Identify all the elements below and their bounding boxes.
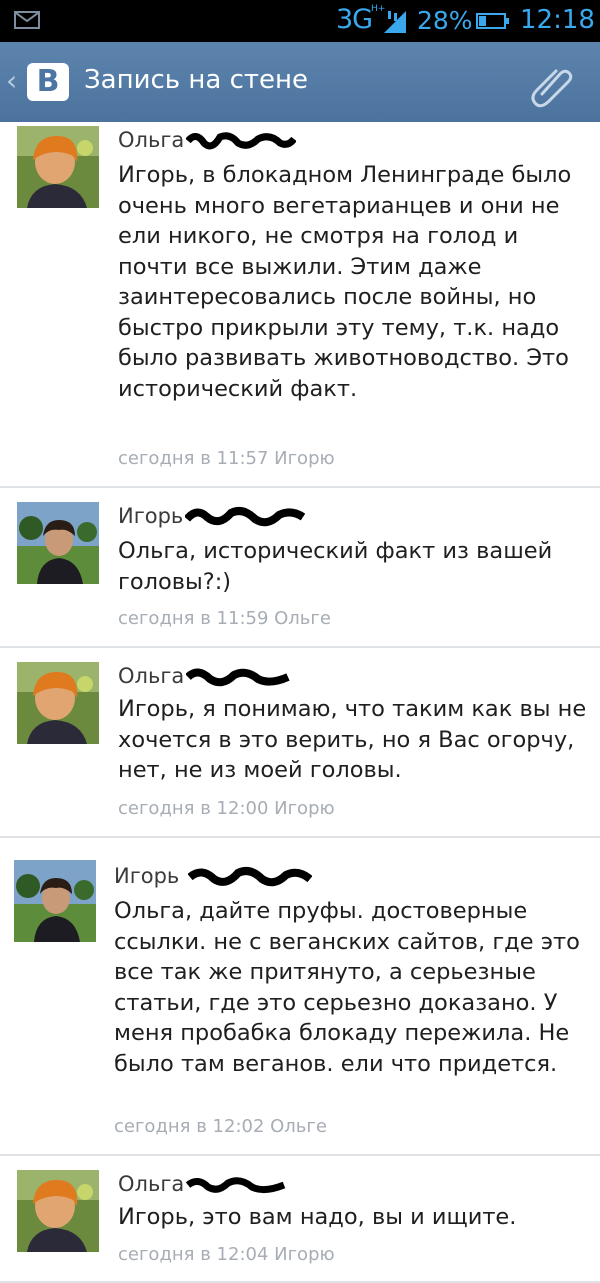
vk-logo[interactable]: B [27, 63, 69, 101]
comment-author[interactable]: Игорь [118, 504, 306, 529]
signal-icon [382, 9, 408, 39]
comment[interactable]: Ольга Игорь, я понимаю, что таким как вы… [0, 648, 600, 838]
comment[interactable]: Игорь Ольга, дайте пруфы. достоверные сс… [0, 838, 600, 1156]
comment-author[interactable]: Ольга [118, 1172, 286, 1197]
avatar[interactable] [17, 126, 99, 208]
comment-meta[interactable]: сегодня в 11:57 Игорю [118, 448, 335, 469]
redaction-scribble [186, 668, 290, 687]
avatar[interactable] [17, 502, 99, 584]
avatar[interactable] [17, 1170, 99, 1252]
redaction-scribble [185, 507, 306, 527]
mail-icon [14, 11, 40, 29]
battery-percent: 28% [417, 6, 473, 35]
comment-text: Ольга, дайте пруфы. достоверные ссылки. … [114, 898, 580, 1077]
comment[interactable]: Игорь Ольга, исторический факт из вашей … [0, 488, 600, 648]
comment-meta[interactable]: сегодня в 12:04 Игорю [118, 1244, 335, 1265]
status-bar: 3G H+ 28% 12:18 [0, 0, 600, 42]
back-chevron-icon[interactable]: ‹ [6, 64, 17, 97]
comment-meta[interactable]: сегодня в 12:00 Игорю [118, 798, 335, 819]
comment-text: Ольга, исторический факт из вашей головы… [118, 538, 553, 595]
redaction-scribble [186, 1177, 286, 1194]
paperclip-icon[interactable] [528, 60, 576, 112]
comment-text: Игорь, это вам надо, вы и ищите. [118, 1204, 517, 1230]
comment[interactable]: Ольга Игорь, в блокадном Ленинграде было… [0, 122, 600, 488]
redaction-scribble [187, 867, 312, 887]
avatar[interactable] [17, 662, 99, 744]
comment-author[interactable]: Ольга [118, 664, 290, 689]
action-bar: ‹ B Запись на стене [0, 42, 600, 122]
comment[interactable]: Ольга Игорь, это вам надо, вы и ищите. с… [0, 1156, 600, 1283]
network-type: 3G [336, 4, 373, 35]
redaction-scribble [186, 132, 297, 150]
comment-text: Игорь, я понимаю, что таким как вы не хо… [118, 696, 587, 783]
page-title: Запись на стене [84, 65, 309, 95]
comment-author[interactable]: Ольга [118, 128, 297, 153]
battery-level [479, 16, 486, 26]
battery-icon [476, 13, 509, 29]
comment-text: Игорь, в блокадном Ленинграде было очень… [118, 162, 572, 402]
avatar[interactable] [14, 860, 96, 942]
comment-meta[interactable]: сегодня в 11:59 Ольге [118, 608, 331, 629]
comment-author[interactable]: Игорь [114, 864, 312, 889]
comment-meta[interactable]: сегодня в 12:02 Ольге [114, 1116, 327, 1137]
clock: 12:18 [520, 5, 595, 35]
